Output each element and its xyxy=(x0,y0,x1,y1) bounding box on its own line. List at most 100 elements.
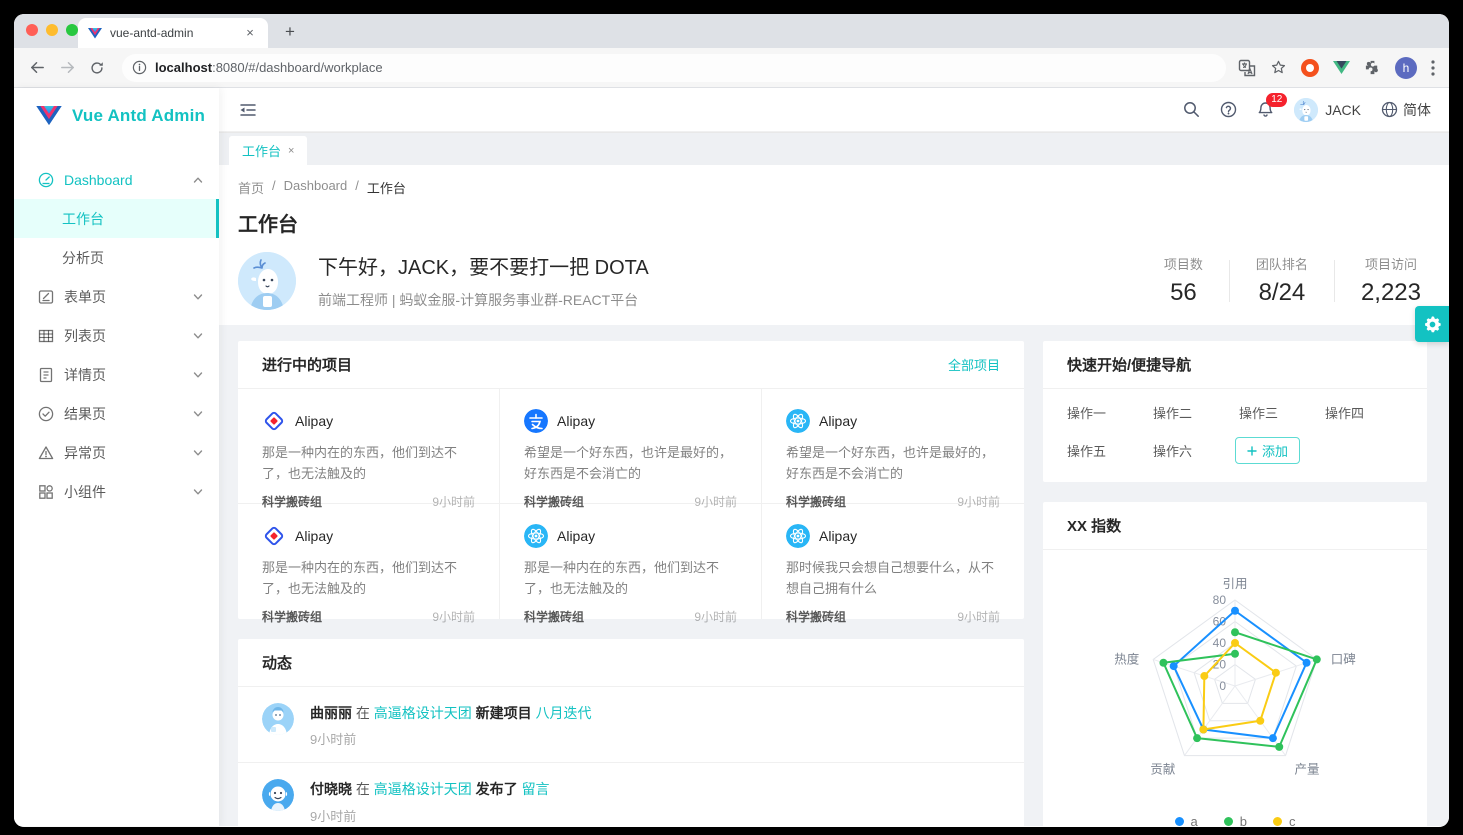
breadcrumb: 首页 / Dashboard / 工作台 xyxy=(238,178,1427,197)
sidebar-item-results[interactable]: 结果页 xyxy=(14,394,219,433)
menu-fold-icon[interactable] xyxy=(239,101,257,119)
quicknav-link[interactable]: 操作一 xyxy=(1063,403,1149,422)
app-header: 12 JACK 简体 xyxy=(219,88,1449,132)
page-tab-bar: 工作台 × xyxy=(219,132,1449,165)
radar-plot: 020406080引用口碑产量贡献热度 xyxy=(1043,558,1427,810)
sidebar-item-widgets[interactable]: 小组件 xyxy=(14,472,219,511)
quicknav-link[interactable]: 操作五 xyxy=(1063,441,1149,460)
svg-text:80: 80 xyxy=(1213,593,1227,607)
project-card[interactable]: Alipay 那是一种内在的东西，他们到达不了，也无法触及的 科学搬砖组9小时前 xyxy=(238,504,500,619)
deer-avatar xyxy=(238,252,296,310)
globe-icon xyxy=(1381,101,1398,118)
vue-devtools-icon[interactable] xyxy=(1333,61,1350,74)
legend-item[interactable]: c xyxy=(1273,814,1296,826)
info-icon[interactable] xyxy=(132,60,147,75)
react-icon xyxy=(524,524,548,548)
projects-card: 进行中的项目 全部项目 Alipay 那是一种内在的东西，他们到达不了，也无法触… xyxy=(238,341,1024,619)
sidebar-item-details[interactable]: 详情页 xyxy=(14,355,219,394)
project-card[interactable]: Alipay 希望是一个好东西，也许是最好的，好东西是不会消亡的 科学搬砖组9小… xyxy=(500,389,762,504)
stat-project-visits: 项目访问 2,223 xyxy=(1335,254,1427,307)
close-window-button[interactable] xyxy=(26,24,38,36)
sidebar-item-workplace[interactable]: 工作台 xyxy=(14,199,219,238)
breadcrumb-dashboard[interactable]: Dashboard xyxy=(284,178,348,197)
react-icon xyxy=(786,409,810,433)
kebab-menu-icon[interactable] xyxy=(1431,60,1435,76)
activity-item: 付晓晓 在 高逼格设计天团 发布了 留言 9小时前 xyxy=(238,763,1024,826)
sidebar: Vue Antd Admin Dashboard 工作台 分析页 表单页 xyxy=(14,88,219,826)
radar-chart: 020406080引用口碑产量贡献热度 a b c xyxy=(1043,550,1427,826)
project-card[interactable]: Alipay 希望是一个好东西，也许是最好的，好东西是不会消亡的 科学搬砖组9小… xyxy=(762,389,1024,504)
all-projects-link[interactable]: 全部项目 xyxy=(948,355,1000,374)
forward-icon[interactable] xyxy=(54,55,80,81)
theme-settings-button[interactable] xyxy=(1415,306,1449,342)
legend-label: c xyxy=(1289,814,1296,826)
antd-icon xyxy=(262,524,286,548)
browser-tab[interactable]: vue-antd-admin × xyxy=(78,18,268,48)
search-icon[interactable] xyxy=(1183,101,1200,118)
bookmark-star-icon[interactable] xyxy=(1270,59,1287,76)
quicknav-link[interactable]: 操作二 xyxy=(1149,403,1235,422)
legend-item[interactable]: b xyxy=(1224,814,1247,826)
browser-window: vue-antd-admin × + localhost:8080/#/dash… xyxy=(14,14,1449,827)
help-icon[interactable] xyxy=(1220,101,1237,118)
legend-label: b xyxy=(1240,814,1247,826)
sidebar-item-analysis[interactable]: 分析页 xyxy=(14,238,219,277)
warning-icon xyxy=(38,445,54,461)
project-card[interactable]: Alipay 那时候我只会想自己想要什么，从不想自己拥有什么 科学搬砖组9小时前 xyxy=(762,504,1024,619)
project-card[interactable]: Alipay 那是一种内在的东西，他们到达不了，也无法触及的 科学搬砖组9小时前 xyxy=(500,504,762,619)
tab-close-icon[interactable]: × xyxy=(242,25,258,41)
projects-grid: Alipay 那是一种内在的东西，他们到达不了，也无法触及的 科学搬砖组9小时前… xyxy=(238,389,1024,619)
project-card[interactable]: Alipay 那是一种内在的东西，他们到达不了，也无法触及的 科学搬砖组9小时前 xyxy=(238,389,500,504)
activity-time: 9小时前 xyxy=(310,729,592,748)
zoom-window-button[interactable] xyxy=(66,24,78,36)
sidebar-item-dashboard[interactable]: Dashboard xyxy=(14,160,219,199)
project-group-link[interactable]: 科学搬砖组 xyxy=(262,608,322,625)
chevron-down-icon xyxy=(193,331,203,341)
new-tab-button[interactable]: + xyxy=(278,22,302,42)
chevron-up-icon xyxy=(193,175,203,185)
form-icon xyxy=(38,289,54,305)
sidebar-item-exceptions[interactable]: 异常页 xyxy=(14,433,219,472)
breadcrumb-home[interactable]: 首页 xyxy=(238,178,264,197)
translate-icon[interactable] xyxy=(1238,59,1256,77)
quicknav-link[interactable]: 操作六 xyxy=(1149,441,1235,460)
app-logo-text: Vue Antd Admin xyxy=(72,106,205,126)
avatar xyxy=(262,779,294,811)
activity-item: 曲丽丽 在 高逼格设计天团 新建项目 八月迭代 9小时前 xyxy=(238,687,1024,763)
add-button[interactable]: 添加 xyxy=(1235,437,1300,464)
project-group-link[interactable]: 科学搬砖组 xyxy=(786,608,846,625)
close-icon[interactable]: × xyxy=(288,145,294,157)
svg-text:热度: 热度 xyxy=(1114,651,1140,666)
address-bar[interactable]: localhost:8080/#/dashboard/workplace xyxy=(122,54,1226,82)
sidebar-item-forms[interactable]: 表单页 xyxy=(14,277,219,316)
reload-icon[interactable] xyxy=(84,55,110,81)
group-link[interactable]: 高逼格设计天团 xyxy=(374,781,472,797)
message-link[interactable]: 留言 xyxy=(522,781,550,797)
svg-text:40: 40 xyxy=(1213,636,1227,650)
extension-orange-icon[interactable] xyxy=(1301,59,1319,77)
app-logo[interactable]: Vue Antd Admin xyxy=(14,88,219,144)
group-link[interactable]: 高逼格设计天团 xyxy=(374,705,472,721)
quicknav-link[interactable]: 操作三 xyxy=(1235,403,1321,422)
extensions-puzzle-icon[interactable] xyxy=(1364,59,1381,76)
language-switcher[interactable]: 简体 xyxy=(1381,100,1431,120)
legend-item[interactable]: a xyxy=(1175,814,1198,826)
quicknav-grid: 操作一 操作二 操作三 操作四 操作五 操作六 添加 xyxy=(1043,389,1427,482)
browser-profile-avatar[interactable]: h xyxy=(1395,57,1417,79)
profile-icon xyxy=(38,367,54,383)
browser-toolbar: localhost:8080/#/dashboard/workplace h xyxy=(14,48,1449,88)
quicknav-link[interactable]: 操作四 xyxy=(1321,403,1407,422)
notifications[interactable]: 12 xyxy=(1257,101,1274,118)
minimize-window-button[interactable] xyxy=(46,24,58,36)
project-group-link[interactable]: 科学搬砖组 xyxy=(524,608,584,625)
chevron-down-icon xyxy=(193,370,203,380)
chart-legend: a b c xyxy=(1043,814,1427,826)
react-icon xyxy=(786,524,810,548)
user-menu[interactable]: JACK xyxy=(1294,98,1361,122)
project-link[interactable]: 八月迭代 xyxy=(536,705,592,721)
quicknav-card: 快速开始/便捷导航 操作一 操作二 操作三 操作四 操作五 操作六 添加 xyxy=(1043,341,1427,482)
back-icon[interactable] xyxy=(24,55,50,81)
vue-favicon xyxy=(88,28,102,39)
sidebar-item-lists[interactable]: 列表页 xyxy=(14,316,219,355)
page-tab-workplace[interactable]: 工作台 × xyxy=(229,136,307,165)
